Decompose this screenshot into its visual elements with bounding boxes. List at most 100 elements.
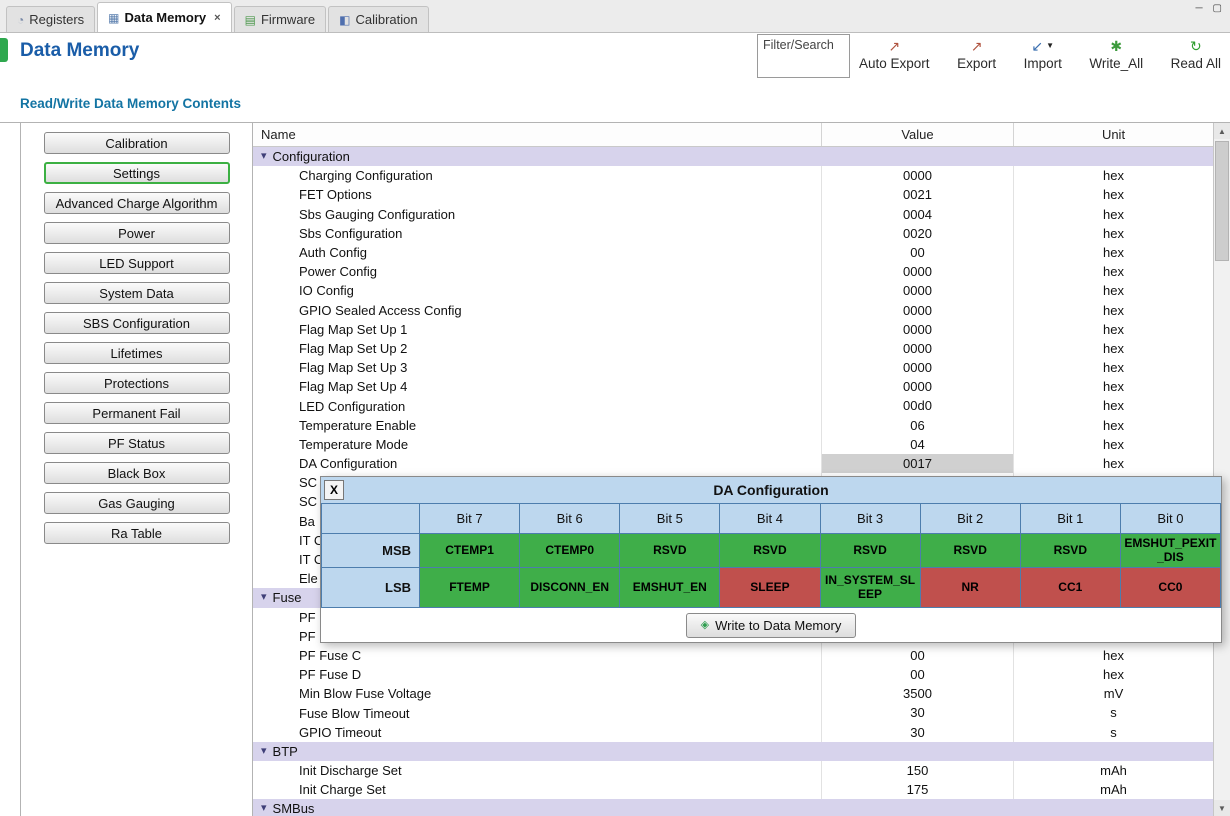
bit-cell-cc0[interactable]: CC0 [1120,568,1221,608]
filter-search-input[interactable] [757,34,850,78]
row-value[interactable]: 00d0 [821,396,1013,416]
row-value[interactable]: 06 [821,415,1013,435]
scroll-down-icon[interactable]: ▼ [1214,800,1230,816]
bit-cell-sleep[interactable]: SLEEP [720,568,821,608]
bit-cell-ctemp0[interactable]: CTEMP0 [520,534,621,568]
bit-cell-rsvd[interactable]: RSVD [820,534,921,568]
row-value[interactable]: 0000 [821,281,1013,301]
table-row[interactable]: Temperature Enable 06 hex [253,415,1213,435]
auto-export-button[interactable]: ↗ Auto Export [856,36,933,73]
export-button[interactable]: ↗ Export [954,36,999,73]
table-row[interactable]: Flag Map Set Up 3 0000 hex [253,358,1213,378]
bit-cell-ctemp1[interactable]: CTEMP1 [420,534,521,568]
column-header-name[interactable]: Name [253,123,821,146]
table-row[interactable]: Sbs Configuration 0020 hex [253,223,1213,243]
sidebar-item-lifetimes[interactable]: Lifetimes [43,342,230,364]
bit-cell-emshut-en[interactable]: EMSHUT_EN [620,568,721,608]
bit-cell-nr[interactable]: NR [920,568,1021,608]
row-value[interactable]: 0017 [821,454,1013,474]
table-row[interactable]: Temperature Mode 04 hex [253,434,1213,454]
tab-calibration[interactable]: ◧ Calibration [328,6,429,32]
table-row[interactable]: FET Options 0021 hex [253,185,1213,205]
row-value[interactable]: 0004 [821,204,1013,224]
collapse-icon[interactable]: ▾ [261,151,267,162]
sidebar-item-settings[interactable]: Settings [43,162,230,184]
row-value[interactable]: 0000 [821,262,1013,282]
dialog-close-button[interactable]: X [324,480,344,500]
row-value[interactable]: 0020 [821,223,1013,243]
collapse-icon[interactable]: ▾ [261,803,267,814]
table-row[interactable]: PF Fuse D 00 hex [253,665,1213,685]
bit-cell-emshut-pexit-dis[interactable]: EMSHUT_PEXIT_DIS [1120,534,1221,568]
table-row[interactable]: Flag Map Set Up 4 0000 hex [253,377,1213,397]
bit-cell-cc1[interactable]: CC1 [1020,568,1121,608]
table-row[interactable]: IO Config 0000 hex [253,281,1213,301]
table-row[interactable]: GPIO Sealed Access Config 0000 hex [253,300,1213,320]
row-value[interactable]: 0000 [821,300,1013,320]
tab-firmware[interactable]: ▤ Firmware [233,6,327,32]
sidebar-item-permanent-fail[interactable]: Permanent Fail [43,402,230,424]
tab-data-memory[interactable]: ▦ Data Memory × [97,2,232,32]
scroll-thumb[interactable] [1215,141,1229,261]
table-row[interactable]: Charging Configuration 0000 hex [253,166,1213,186]
sidebar-item-pf-status[interactable]: PF Status [43,432,230,454]
bit-cell-ftemp[interactable]: FTEMP [420,568,521,608]
sidebar-item-advanced-charge-algorithm[interactable]: Advanced Charge Algorithm [43,192,230,214]
scroll-up-icon[interactable]: ▲ [1214,123,1230,139]
table-row[interactable]: Flag Map Set Up 1 0000 hex [253,319,1213,339]
table-row[interactable]: Power Config 0000 hex [253,262,1213,282]
row-value[interactable]: 30 [821,722,1013,742]
tab-close-icon[interactable]: × [214,12,220,24]
table-row[interactable]: PF Fuse C 00 hex [253,645,1213,666]
row-value[interactable]: 30 [821,703,1013,723]
row-value[interactable]: 00 [821,665,1013,685]
collapse-icon[interactable]: ▾ [261,745,267,757]
sidebar-item-black-box[interactable]: Black Box [43,462,230,484]
column-header-value[interactable]: Value [821,123,1013,146]
bit-cell-rsvd[interactable]: RSVD [1020,534,1121,568]
table-row[interactable]: DA Configuration 0017 hex [253,454,1213,474]
import-dropdown-icon[interactable]: ▼ [1046,41,1054,50]
row-value[interactable]: 0000 [821,377,1013,397]
section-row-smbus[interactable]: ▾ SMBus [253,799,1213,816]
sidebar-item-led-support[interactable]: LED Support [43,252,230,274]
section-row-btp[interactable]: ▾ BTP [253,741,1213,761]
sidebar-item-sbs-configuration[interactable]: SBS Configuration [43,312,230,334]
row-value[interactable]: 175 [821,780,1013,800]
column-header-unit[interactable]: Unit [1013,123,1213,146]
table-row[interactable]: Sbs Gauging Configuration 0004 hex [253,204,1213,224]
table-row[interactable]: LED Configuration 00d0 hex [253,396,1213,416]
collapse-icon[interactable]: ▾ [261,592,267,603]
bit-cell-rsvd[interactable]: RSVD [920,534,1021,568]
row-value[interactable]: 00 [821,645,1013,666]
row-value[interactable]: 0000 [821,338,1013,359]
sidebar-item-ra-table[interactable]: Ra Table [43,522,230,544]
import-button[interactable]: ↙ ▼ Import [1021,36,1065,73]
bit-cell-rsvd[interactable]: RSVD [720,534,821,568]
sidebar-item-power[interactable]: Power [43,222,230,244]
section-row-configuration[interactable]: ▾ Configuration [253,147,1213,167]
table-row[interactable]: Flag Map Set Up 2 0000 hex [253,338,1213,359]
maximize-button[interactable]: ▢ [1213,3,1222,14]
row-value[interactable]: 04 [821,434,1013,454]
bit-cell-rsvd[interactable]: RSVD [620,534,721,568]
table-row[interactable]: Min Blow Fuse Voltage 3500 mV [253,684,1213,704]
row-value[interactable]: 00 [821,242,1013,263]
row-value[interactable]: 3500 [821,684,1013,704]
sidebar-item-protections[interactable]: Protections [43,372,230,394]
table-row[interactable]: Auth Config 00 hex [253,242,1213,263]
table-row[interactable]: Init Discharge Set 150 mAh [253,761,1213,781]
row-value[interactable]: 0000 [821,166,1013,186]
minimize-button[interactable]: ─ [1195,3,1202,14]
row-value[interactable]: 0021 [821,185,1013,205]
tab-registers[interactable]: ◔ Registers [6,6,96,32]
row-value[interactable]: 0000 [821,358,1013,378]
table-row[interactable]: Init Charge Set 175 mAh [253,780,1213,800]
sidebar-item-system-data[interactable]: System Data [43,282,230,304]
read-all-button[interactable]: ↻ Read All [1168,36,1224,73]
sidebar-item-gas-gauging[interactable]: Gas Gauging [43,492,230,514]
row-value[interactable]: 0000 [821,319,1013,339]
sidebar-item-calibration[interactable]: Calibration [43,132,230,154]
vertical-scrollbar[interactable]: ▲ ▼ [1213,123,1230,816]
row-value[interactable]: 150 [821,761,1013,781]
